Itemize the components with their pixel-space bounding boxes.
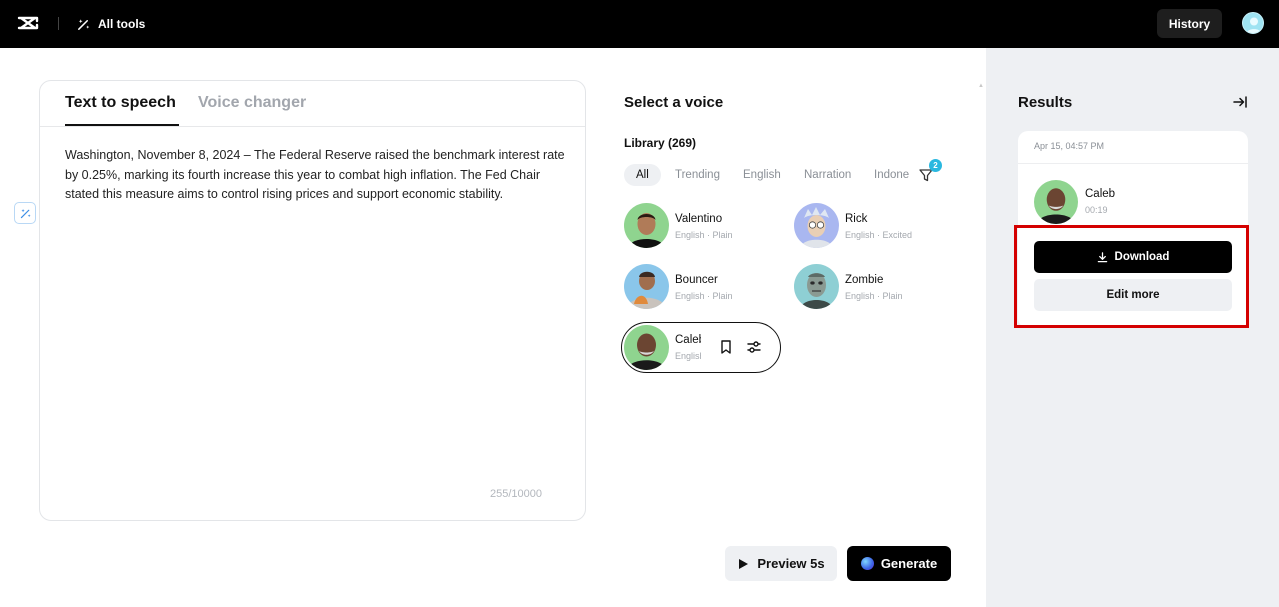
collapse-panel-icon[interactable] bbox=[1232, 94, 1248, 110]
all-tools-button[interactable]: All tools bbox=[76, 14, 145, 34]
result-duration: 00:19 bbox=[1085, 205, 1108, 215]
tab-voice-changer[interactable]: Voice changer bbox=[198, 94, 306, 112]
preview-label: Preview 5s bbox=[757, 556, 825, 571]
voice-item-zombie[interactable]: Zombie English · Plain bbox=[794, 264, 944, 310]
voice-name: Rick bbox=[845, 213, 868, 225]
voice-avatar bbox=[624, 325, 669, 370]
magic-wand-icon bbox=[78, 18, 90, 30]
voice-settings-icon[interactable] bbox=[746, 339, 762, 355]
history-button[interactable]: History bbox=[1157, 9, 1222, 38]
voice-filter-chips: All Trending English Narration Indone bbox=[624, 164, 910, 186]
script-text-area[interactable]: Washington, November 8, 2024 – The Feder… bbox=[65, 146, 565, 205]
voice-item-caleb-selected[interactable]: Caleb English · Plain bbox=[621, 322, 781, 373]
top-bar: All tools History bbox=[0, 0, 1279, 48]
select-voice-title: Select a voice bbox=[624, 94, 724, 111]
result-timestamp: Apr 15, 04:57 PM bbox=[1034, 141, 1105, 151]
caleb-avatar-icon bbox=[1034, 180, 1078, 224]
tab-text-to-speech[interactable]: Text to speech bbox=[65, 94, 176, 112]
voice-name: Zombie bbox=[845, 274, 884, 286]
caleb-avatar-icon bbox=[624, 325, 669, 370]
voice-meta: English · Plain bbox=[675, 291, 733, 301]
scroll-up-arrow-icon[interactable]: ▲ bbox=[978, 83, 984, 89]
ai-writer-button[interactable] bbox=[14, 202, 36, 224]
edit-more-button[interactable]: Edit more bbox=[1034, 279, 1232, 311]
download-label: Download bbox=[1114, 251, 1170, 263]
filter-chip-english[interactable]: English bbox=[743, 164, 781, 186]
generate-button[interactable]: Generate bbox=[847, 546, 951, 581]
user-avatar-icon bbox=[1246, 17, 1262, 33]
preview-button[interactable]: Preview 5s bbox=[725, 546, 837, 581]
generate-label: Generate bbox=[880, 556, 938, 571]
results-title: Results bbox=[1018, 94, 1073, 111]
voice-meta: English · Plain bbox=[845, 291, 903, 301]
character-count: 255/10000 bbox=[490, 488, 542, 500]
voice-meta: English · Excited bbox=[845, 230, 913, 240]
result-voice-name: Caleb bbox=[1085, 188, 1116, 200]
filter-chip-narration[interactable]: Narration bbox=[804, 164, 851, 186]
voice-avatar bbox=[624, 203, 669, 248]
results-panel: Results Apr 15, 04:57 PM Caleb 00:19 Dow… bbox=[986, 48, 1279, 607]
voice-avatar bbox=[794, 203, 839, 248]
active-tab-underline bbox=[65, 124, 179, 126]
capcut-logo-icon[interactable] bbox=[17, 13, 39, 33]
play-icon bbox=[739, 558, 749, 569]
filter-chip-all[interactable]: All bbox=[624, 164, 661, 186]
voice-item-valentino[interactable]: Valentino English · Plain bbox=[624, 203, 774, 249]
filter-chip-trending[interactable]: Trending bbox=[675, 164, 720, 186]
voice-avatar bbox=[624, 264, 669, 309]
voice-name: Bouncer bbox=[675, 274, 718, 286]
result-avatar[interactable] bbox=[1034, 180, 1078, 224]
user-avatar[interactable] bbox=[1242, 12, 1264, 34]
all-tools-label: All tools bbox=[98, 17, 146, 31]
text-editor-card: Text to speech Voice changer Washington,… bbox=[39, 80, 586, 521]
zombie-avatar-icon bbox=[794, 264, 839, 309]
voice-item-rick[interactable]: Rick English · Excited bbox=[794, 203, 944, 249]
voice-name: Caleb bbox=[675, 334, 701, 346]
bouncer-avatar-icon bbox=[624, 264, 669, 309]
valentino-avatar-icon bbox=[624, 203, 669, 248]
filter-count-badge: 2 bbox=[929, 159, 942, 172]
magic-wand-icon bbox=[20, 208, 31, 218]
voice-meta: English · Plain bbox=[675, 230, 733, 240]
download-button[interactable]: Download bbox=[1034, 241, 1232, 273]
bookmark-icon[interactable] bbox=[718, 339, 734, 355]
rick-avatar-icon bbox=[794, 203, 839, 248]
generate-orb-icon bbox=[860, 557, 874, 570]
editor-tabs: Text to speech Voice changer bbox=[40, 81, 585, 127]
filter-chip-indonesian[interactable]: Indone bbox=[874, 164, 909, 186]
voice-item-bouncer[interactable]: Bouncer English · Plain bbox=[624, 264, 774, 310]
topbar-divider bbox=[58, 17, 59, 30]
download-icon bbox=[1097, 251, 1107, 262]
voice-name: Valentino bbox=[675, 213, 723, 225]
voice-avatar bbox=[794, 264, 839, 309]
result-divider bbox=[1018, 163, 1248, 164]
library-label: Library (269) bbox=[624, 136, 697, 150]
voice-meta: English · Plain bbox=[675, 351, 701, 361]
